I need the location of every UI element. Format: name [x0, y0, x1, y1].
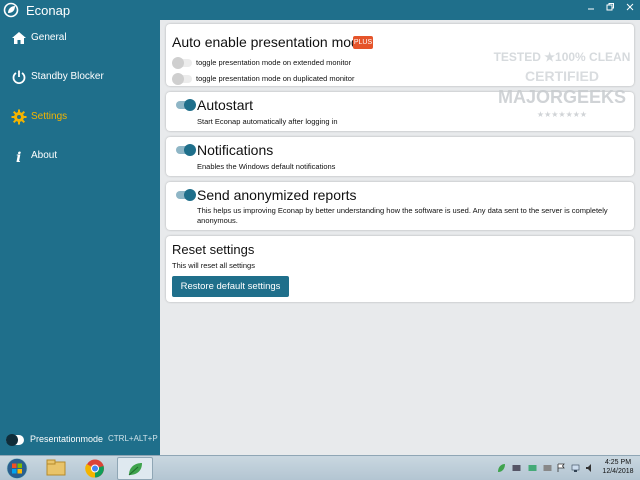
card-title: Notifications [197, 142, 274, 158]
sidebar-item-standby-blocker[interactable]: Standby Blocker [0, 59, 160, 95]
card-description: Start Econap automatically after logging… [197, 117, 338, 126]
sidebar-item-label: Standby Blocker [31, 71, 104, 82]
card-description: This will reset all settings [172, 261, 255, 270]
extended-monitor-label: toggle presentation mode on extended mon… [196, 58, 352, 67]
plus-badge: PLUS [353, 36, 373, 49]
notifications-card: Notifications Enables the Windows defaul… [166, 137, 634, 176]
sidebar-item-label: About [31, 150, 58, 161]
sidebar-item-label: General [31, 32, 67, 43]
card-title: Reset settings [172, 242, 255, 257]
file-explorer-icon[interactable] [42, 457, 70, 480]
card-title: Send anonymized reports [197, 187, 357, 203]
watermark-line-4: ★★★★★★★ [537, 110, 587, 119]
volume-icon[interactable] [585, 463, 594, 473]
sidebar-item-settings[interactable]: Settings [0, 99, 160, 135]
extended-monitor-toggle[interactable] [172, 57, 192, 69]
econap-logo-icon [3, 2, 19, 18]
power-icon [12, 70, 26, 84]
reports-toggle[interactable] [176, 189, 196, 201]
taskbar-clock-date[interactable]: 12/4/2018 [598, 468, 638, 475]
watermark-line-2: CERTIFIED [525, 68, 599, 84]
autostart-toggle[interactable] [176, 99, 196, 111]
card-description: This helps us improving Econap by better… [197, 206, 608, 225]
action-center-flag-icon[interactable] [557, 463, 566, 473]
app-window: Econap General Standby Blocker Settings … [0, 0, 640, 455]
taskbar-clock-time[interactable]: 4:25 PM [598, 459, 638, 466]
majorgeeks-watermark: TESTED ★100% CLEAN CERTIFIED MAJORGEEKS … [494, 50, 631, 119]
duplicated-monitor-toggle[interactable] [172, 73, 192, 85]
restore-icon[interactable] [602, 2, 618, 18]
chrome-icon[interactable] [82, 457, 108, 480]
start-orb-icon[interactable] [5, 457, 29, 480]
info-icon: i [16, 150, 21, 164]
tray-app-icon[interactable] [512, 463, 521, 473]
sidebar-item-general[interactable]: General [0, 20, 160, 56]
close-icon[interactable] [622, 2, 638, 18]
sidebar: General Standby Blocker Settings i About… [0, 20, 160, 455]
watermark-line-1: TESTED ★100% CLEAN [494, 50, 631, 64]
econap-taskbar-button[interactable] [117, 457, 153, 480]
tray-app-icon[interactable] [528, 463, 537, 473]
network-icon[interactable] [571, 463, 580, 473]
sidebar-item-about[interactable]: i About [0, 138, 160, 174]
notifications-toggle[interactable] [176, 144, 196, 156]
presentation-mode-toggle[interactable] [6, 434, 24, 446]
reports-card: Send anonymized reports This helps us im… [166, 182, 634, 230]
restore-default-settings-button[interactable]: Restore default settings [172, 276, 289, 297]
card-title: Auto enable presentation mode [172, 34, 367, 50]
card-description: Enables the Windows default notification… [197, 162, 336, 171]
watermark-line-3: MAJORGEEKS [498, 87, 626, 107]
card-title: Autostart [197, 97, 254, 113]
tray-app-icon[interactable] [543, 463, 552, 473]
presentation-mode-shortcut: CTRL+ALT+P [108, 434, 158, 443]
windows-taskbar: 4:25 PM 12/4/2018 [0, 455, 640, 480]
duplicated-monitor-label: toggle presentation mode on duplicated m… [196, 74, 355, 83]
title-bar: Econap [0, 0, 640, 20]
gear-icon [11, 109, 27, 125]
econap-tray-icon[interactable] [497, 463, 506, 473]
econap-leaf-icon [128, 463, 142, 476]
sidebar-item-label: Settings [31, 111, 68, 122]
minimize-icon[interactable] [583, 2, 599, 18]
reset-card: Reset settings This will reset all setti… [166, 236, 634, 302]
home-icon [12, 32, 26, 44]
svg-text:i: i [16, 150, 21, 164]
app-title: Econap [26, 3, 71, 18]
presentation-mode-label: Presentationmode [30, 434, 104, 444]
